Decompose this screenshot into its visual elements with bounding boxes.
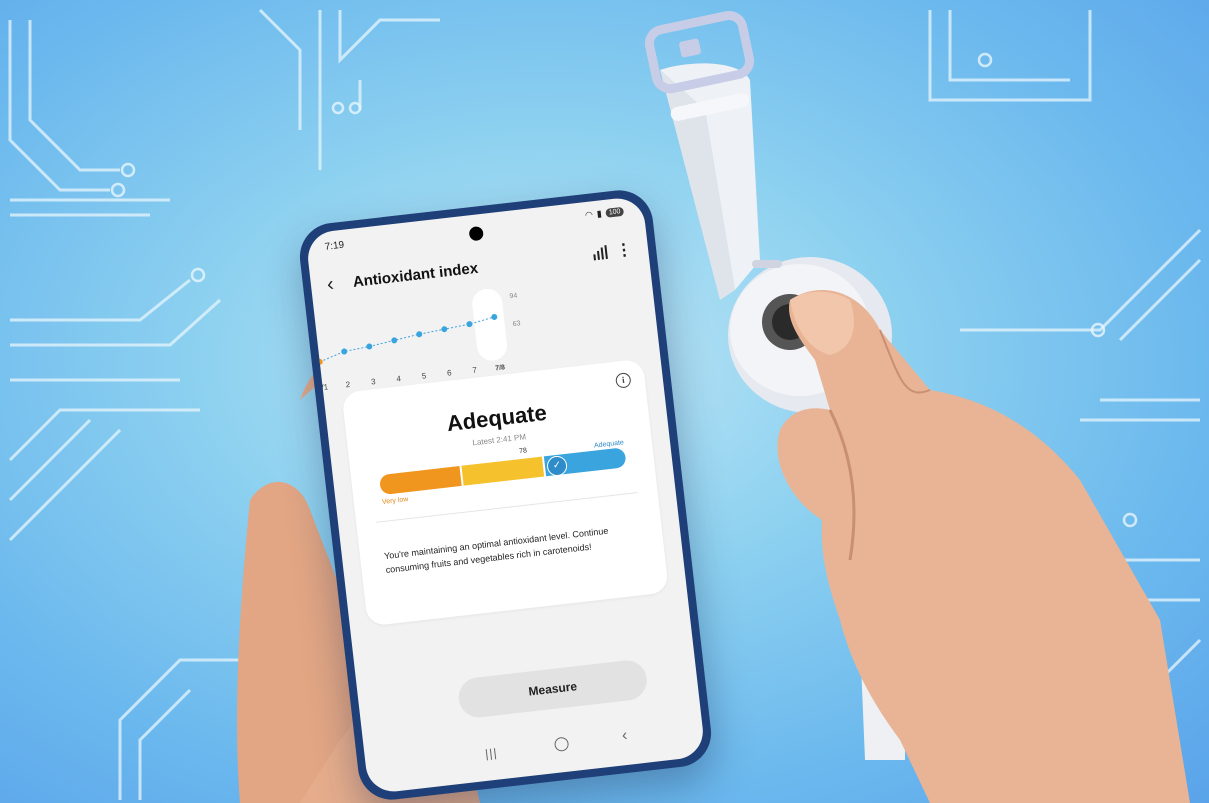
- scale-segment-low: [378, 466, 462, 496]
- signal-icon: ▮: [596, 208, 603, 219]
- x-tick-label: 4: [396, 374, 402, 384]
- data-point[interactable]: [341, 348, 348, 355]
- scale-segment-mid: [461, 456, 545, 486]
- scale-label-very-low: Very low: [381, 496, 409, 506]
- recent-apps-icon[interactable]: |||: [484, 746, 498, 761]
- x-tick-label: 6: [447, 368, 453, 378]
- battery-icon: 100: [605, 206, 625, 218]
- card-divider: [376, 492, 638, 523]
- ytick-top: 94: [509, 292, 518, 300]
- scale-value: 78: [518, 447, 528, 456]
- x-tick-label: 7/8: [495, 364, 506, 372]
- back-icon[interactable]: ‹: [326, 273, 335, 297]
- wifi-icon: ◠: [584, 209, 594, 221]
- nav-back-icon[interactable]: ‹: [621, 727, 628, 745]
- measure-button[interactable]: Measure: [456, 658, 649, 720]
- status-time: 7:19: [324, 239, 345, 253]
- x-tick-label: 2: [345, 380, 351, 390]
- page-title: Antioxidant index: [351, 259, 479, 291]
- data-point[interactable]: [391, 337, 398, 344]
- photo-scene: 7:19 ◠ ▮ 100 ‹ Antioxidant index ⋮ 7/1 2…: [0, 0, 1209, 803]
- data-point[interactable]: [366, 343, 373, 350]
- selected-column-highlight[interactable]: [471, 287, 509, 362]
- more-icon[interactable]: ⋮: [615, 239, 633, 261]
- info-icon[interactable]: i: [614, 372, 632, 389]
- status-icons: ◠ ▮ 100: [584, 206, 625, 221]
- data-point[interactable]: [466, 321, 473, 328]
- level-scale: ✓: [378, 447, 627, 496]
- status-card: i Adequate Latest 2:41 PM 78 ✓ Adequate …: [341, 358, 670, 627]
- bar-chart-icon[interactable]: [591, 244, 608, 261]
- status-message: You're maintaining an optimal antioxidan…: [383, 525, 609, 576]
- smartphone: 7:19 ◠ ▮ 100 ‹ Antioxidant index ⋮ 7/1 2…: [296, 186, 715, 803]
- check-icon: ✓: [545, 454, 569, 478]
- phone-screen: 7:19 ◠ ▮ 100 ‹ Antioxidant index ⋮ 7/1 2…: [305, 195, 706, 795]
- x-tick-label: 5: [421, 371, 427, 381]
- x-tick-label: 3: [371, 377, 377, 387]
- data-point[interactable]: [441, 326, 448, 333]
- home-icon[interactable]: [553, 736, 570, 753]
- scale-segment-adequate: ✓: [543, 447, 627, 478]
- x-tick-label: 7: [472, 365, 478, 375]
- data-point[interactable]: [416, 331, 423, 338]
- ytick-mid: 63: [512, 320, 521, 328]
